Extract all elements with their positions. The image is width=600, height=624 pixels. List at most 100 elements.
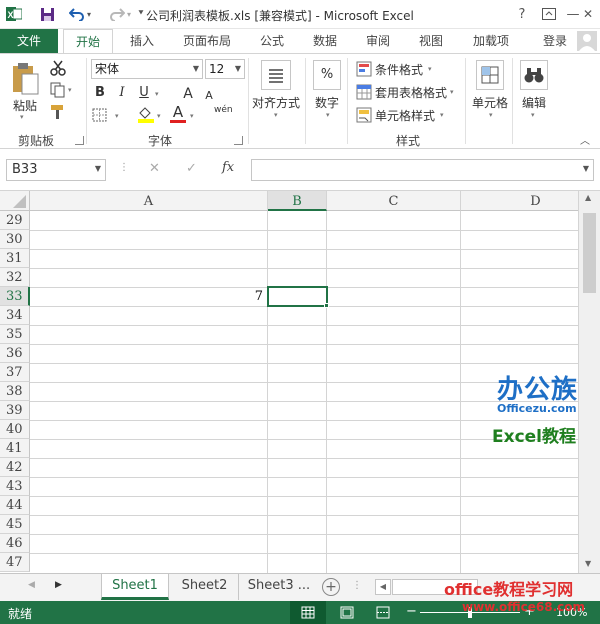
paste-label[interactable]: 粘贴: [13, 97, 37, 114]
tab-review[interactable]: 审阅: [356, 29, 400, 53]
italic-button[interactable]: I: [115, 84, 129, 102]
tab-file[interactable]: 文件: [0, 29, 58, 53]
cell-styles-dropdown-icon[interactable]: ▾: [440, 111, 444, 119]
column-header-a[interactable]: A: [30, 191, 268, 211]
row-header[interactable]: 30: [0, 230, 30, 249]
row-header[interactable]: 32: [0, 268, 30, 287]
fill-color-dropdown-icon[interactable]: ▾: [157, 112, 161, 120]
row-header[interactable]: 45: [0, 515, 30, 534]
cells-dropdown-icon[interactable]: ▾: [489, 111, 493, 119]
cells-icon[interactable]: [476, 60, 504, 90]
enter-entry-button[interactable]: ✓: [186, 161, 197, 176]
paste-icon[interactable]: [10, 62, 40, 99]
editing-dropdown-icon[interactable]: ▾: [531, 111, 535, 119]
select-all-corner[interactable]: [0, 191, 30, 211]
column-header-d[interactable]: D: [461, 191, 580, 211]
tab-split-handle[interactable]: ⋮: [352, 580, 362, 591]
sheet-tab-sheet3[interactable]: Sheet3 ...: [241, 574, 317, 600]
scroll-tabs-left-icon[interactable]: ◀: [28, 580, 35, 590]
tab-view[interactable]: 视图: [409, 29, 453, 53]
user-avatar[interactable]: [577, 31, 597, 51]
insert-function-button[interactable]: fx: [222, 160, 234, 175]
percent-icon[interactable]: %: [313, 60, 341, 90]
editing-button[interactable]: 编辑: [522, 94, 546, 111]
sign-in-link[interactable]: 登录: [536, 29, 574, 53]
cancel-entry-button[interactable]: ✕: [149, 161, 160, 176]
paste-dropdown-icon[interactable]: ▾: [20, 113, 24, 121]
row-header[interactable]: 31: [0, 249, 30, 268]
normal-view-button[interactable]: [290, 601, 326, 624]
tab-page-layout[interactable]: 页面布局: [176, 29, 238, 53]
alignment-dropdown-icon[interactable]: ▾: [274, 111, 278, 119]
row-header[interactable]: 39: [0, 401, 30, 420]
row-header[interactable]: 36: [0, 344, 30, 363]
active-cell-b33[interactable]: [267, 286, 328, 307]
undo-dropdown-icon[interactable]: ▾: [84, 5, 94, 23]
clipboard-dialog-launcher-icon[interactable]: [75, 136, 84, 145]
fill-handle[interactable]: [324, 303, 329, 308]
tab-add-ins[interactable]: 加载项: [463, 29, 519, 53]
format-as-table-dropdown-icon[interactable]: ▾: [450, 88, 454, 96]
row-header[interactable]: 46: [0, 534, 30, 553]
alignment-button[interactable]: 对齐方式: [252, 94, 300, 111]
row-header[interactable]: 34: [0, 306, 30, 325]
expand-formula-bar-icon[interactable]: ▼: [583, 164, 589, 173]
conditional-format-button[interactable]: 条件格式: [375, 61, 423, 78]
tab-insert[interactable]: 插入: [118, 29, 166, 53]
phonetic-button[interactable]: wén: [214, 105, 233, 115]
formula-input[interactable]: ▼: [251, 159, 594, 181]
row-header[interactable]: 43: [0, 477, 30, 496]
row-header[interactable]: 40: [0, 420, 30, 439]
page-break-view-icon[interactable]: [376, 606, 390, 622]
alignment-icon[interactable]: [261, 60, 291, 90]
zoom-out-icon[interactable]: −: [406, 604, 417, 619]
close-button[interactable]: ✕: [578, 4, 598, 24]
tab-home[interactable]: 开始: [63, 29, 113, 53]
format-as-table-button[interactable]: 套用表格格式: [375, 84, 447, 101]
redo-dropdown-icon[interactable]: ▾: [124, 5, 134, 23]
underline-button[interactable]: U: [137, 84, 151, 102]
row-header[interactable]: 29: [0, 211, 30, 230]
format-painter-icon[interactable]: [50, 104, 66, 123]
row-header[interactable]: 41: [0, 439, 30, 458]
conditional-format-dropdown-icon[interactable]: ▾: [428, 65, 432, 73]
sheet-tab-sheet2[interactable]: Sheet2: [171, 574, 239, 600]
borders-dropdown-icon[interactable]: ▾: [115, 112, 119, 120]
column-header-b[interactable]: B: [268, 191, 327, 211]
scroll-tabs-right-icon[interactable]: ▶: [55, 580, 62, 590]
row-header[interactable]: 38: [0, 382, 30, 401]
save-icon[interactable]: [38, 5, 56, 23]
row-header[interactable]: 35: [0, 325, 30, 344]
scroll-thumb[interactable]: [583, 213, 596, 293]
tab-data[interactable]: 数据: [303, 29, 347, 53]
font-dialog-launcher-icon[interactable]: [234, 136, 243, 145]
row-header[interactable]: 37: [0, 363, 30, 382]
row-header[interactable]: 47: [0, 553, 30, 572]
font-name-select[interactable]: 宋体 ▼: [91, 59, 203, 79]
row-header[interactable]: 42: [0, 458, 30, 477]
copy-dropdown-icon[interactable]: ▾: [68, 86, 72, 94]
font-color-button[interactable]: A: [170, 105, 186, 123]
number-button[interactable]: 数字: [315, 94, 339, 111]
scroll-up-icon[interactable]: ▲: [585, 193, 591, 202]
customize-toolbar-icon[interactable]: ⯆: [136, 5, 146, 23]
binoculars-icon[interactable]: [520, 60, 548, 90]
grow-font-button[interactable]: A: [181, 85, 195, 103]
cells-button[interactable]: 单元格: [472, 94, 508, 111]
tab-formulas[interactable]: 公式: [250, 29, 294, 53]
font-size-select[interactable]: 12 ▼: [205, 59, 245, 79]
page-layout-view-icon[interactable]: [340, 606, 354, 622]
borders-icon[interactable]: [92, 108, 108, 125]
row-header-active[interactable]: 33: [0, 287, 30, 306]
hscroll-left-icon[interactable]: ◀: [375, 579, 391, 595]
number-dropdown-icon[interactable]: ▾: [326, 111, 330, 119]
row-header[interactable]: 44: [0, 496, 30, 515]
font-color-dropdown-icon[interactable]: ▾: [190, 112, 194, 120]
cell-styles-button[interactable]: 单元格样式: [375, 107, 435, 124]
vertical-scrollbar[interactable]: ▲ ▼: [578, 191, 600, 573]
scroll-down-icon[interactable]: ▼: [585, 559, 591, 568]
add-sheet-button[interactable]: +: [322, 578, 340, 596]
help-button[interactable]: ?: [511, 4, 533, 24]
bold-button[interactable]: B: [93, 84, 107, 102]
underline-dropdown-icon[interactable]: ▾: [155, 90, 159, 98]
